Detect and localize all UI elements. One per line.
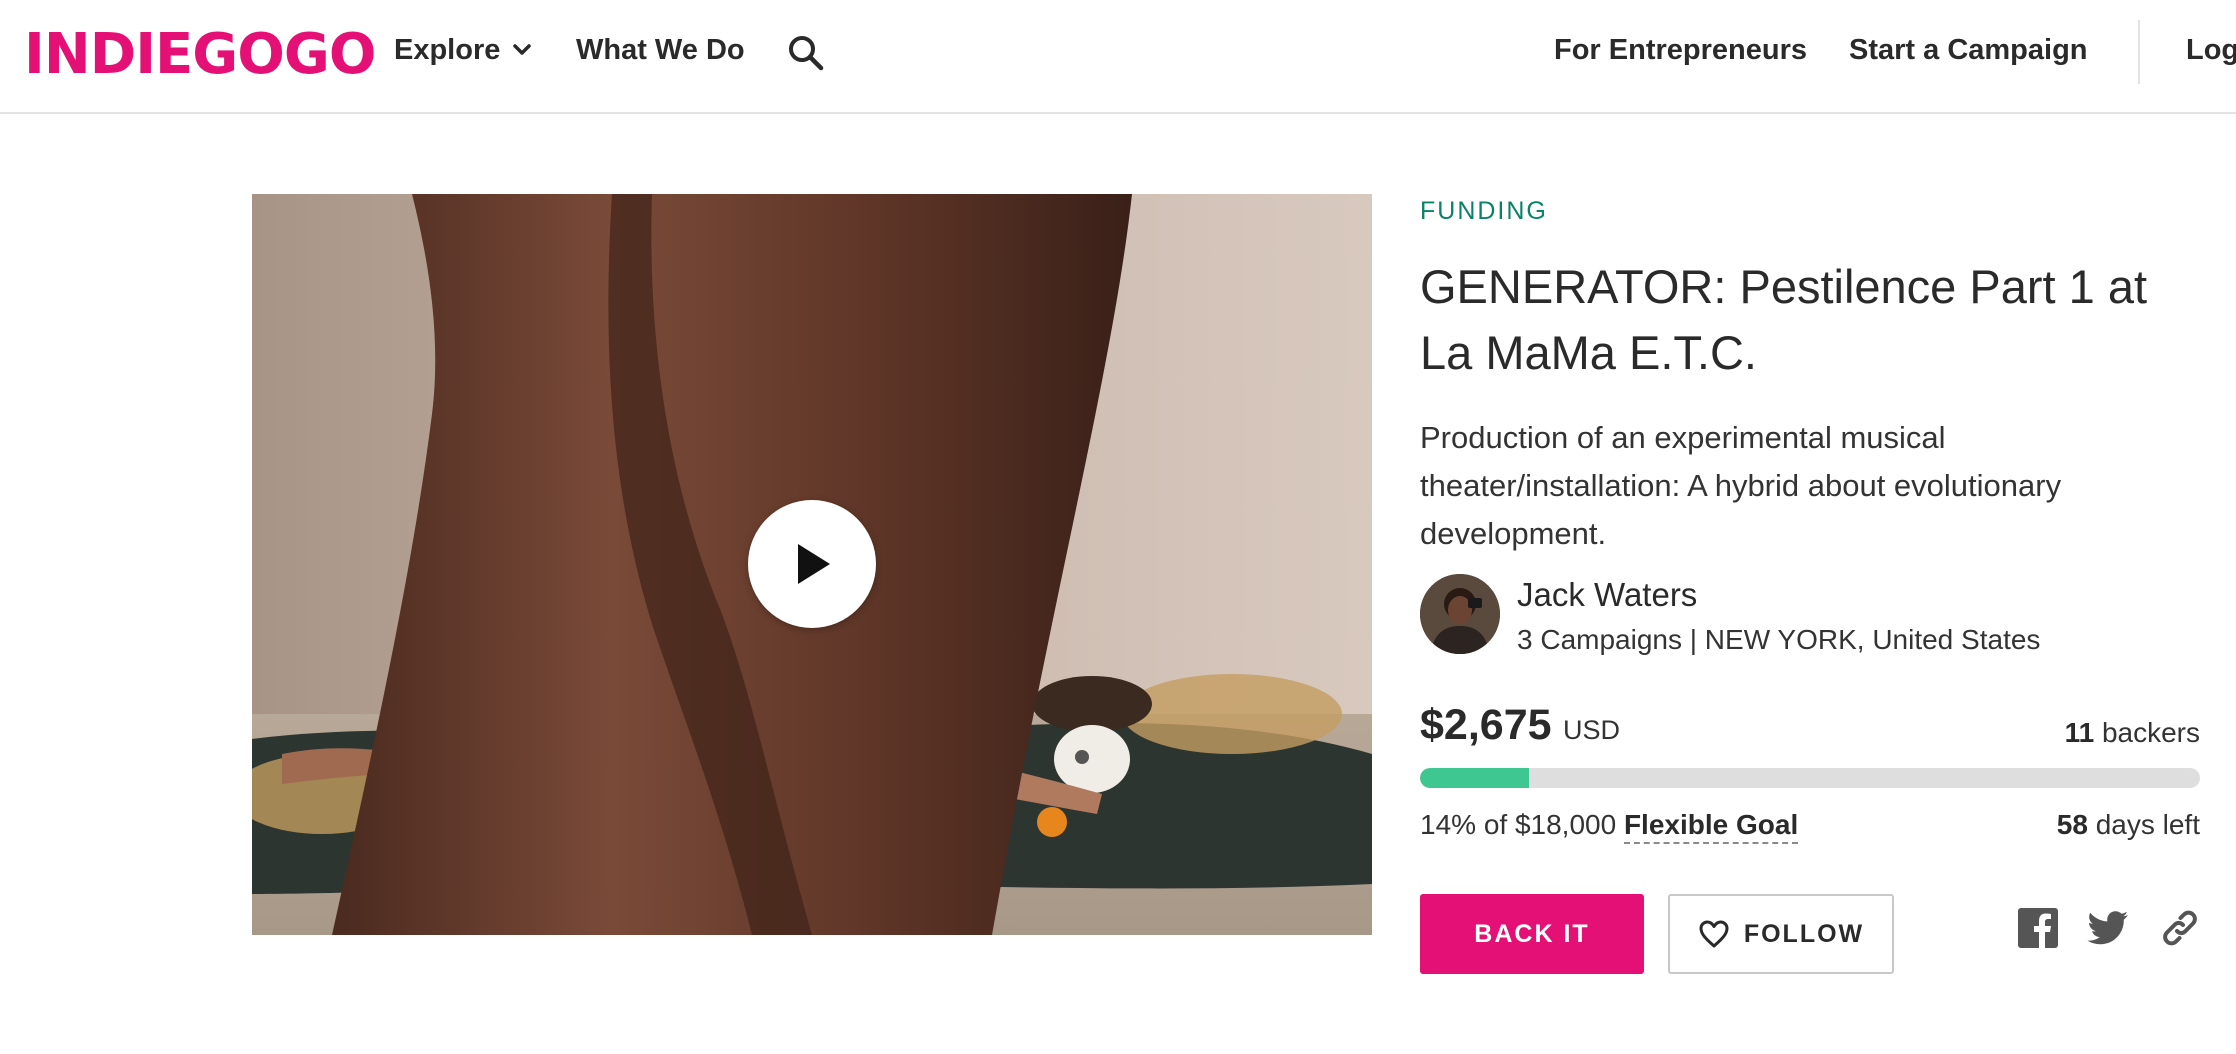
nav-divider xyxy=(2138,20,2140,84)
backers-count: 11 backers xyxy=(2065,716,2200,750)
funding-progress-fill xyxy=(1420,768,1530,788)
days-number: 58 xyxy=(2056,809,2088,840)
facebook-icon[interactable] xyxy=(2016,906,2060,950)
campaign-title: GENERATOR: Pestilence Part 1 at La MaMa … xyxy=(1420,260,2148,379)
owner-meta: 3 Campaigns | NEW YORK, United States xyxy=(1517,624,2041,655)
campaign-tagline: Production of an experimental musical th… xyxy=(1420,420,2062,551)
goal-text-wrap: 14% of $18,000 Flexible Goal xyxy=(1420,806,1799,844)
raised-currency: USD xyxy=(1563,715,1621,745)
nav-what-we-do[interactable]: What We Do xyxy=(576,30,745,70)
days-label: days left xyxy=(2095,809,2200,840)
search-icon[interactable] xyxy=(786,33,826,73)
nav-login[interactable]: Log xyxy=(2186,30,2236,70)
flexible-goal-link[interactable]: Flexible Goal xyxy=(1623,809,1799,844)
play-icon xyxy=(798,544,830,584)
owner-name[interactable]: Jack Waters xyxy=(1517,574,1697,616)
raised-amount: $2,675 xyxy=(1420,701,1552,749)
follow-label: FOLLOW xyxy=(1743,919,1865,948)
funding-summary: $2,675 USD 11 backers xyxy=(1420,700,2200,750)
funding-progress-bar xyxy=(1420,768,2200,788)
site-header: INDIEGOGO Explore What We Do For Entrepr… xyxy=(0,0,2236,114)
twitter-icon[interactable] xyxy=(2086,906,2130,950)
play-button[interactable] xyxy=(748,500,876,628)
back-it-button[interactable]: BACK IT xyxy=(1420,894,1644,974)
chevron-down-icon xyxy=(513,44,532,55)
nav-explore[interactable]: Explore xyxy=(394,30,532,70)
nav-for-entrepreneurs[interactable]: For Entrepreneurs xyxy=(1554,30,1807,70)
backers-number: 11 xyxy=(2064,717,2095,748)
days-left: 58 days left xyxy=(2057,806,2200,844)
follow-button[interactable]: FOLLOW xyxy=(1668,894,1894,974)
nav-start-campaign[interactable]: Start a Campaign xyxy=(1849,30,2088,70)
campaign-owner: Jack Waters 3 Campaigns | NEW YORK, Unit… xyxy=(1420,574,2200,658)
backers-label: backers xyxy=(2101,717,2200,748)
campaign-video[interactable] xyxy=(252,194,1372,935)
campaign-info: FUNDING GENERATOR: Pestilence Part 1 at … xyxy=(1420,194,2200,974)
owner-avatar-image xyxy=(1420,574,1500,654)
goal-row: 14% of $18,000 Flexible Goal 58 days lef… xyxy=(1420,806,2200,846)
heart-icon xyxy=(1699,920,1729,948)
link-icon[interactable] xyxy=(2158,906,2202,950)
indiegogo-logo[interactable]: INDIEGOGO xyxy=(24,20,376,90)
nav-explore-label: Explore xyxy=(394,34,501,66)
campaign-status-label: FUNDING xyxy=(1420,197,1548,225)
goal-percent-text: 14% of $18,000 xyxy=(1420,809,1617,840)
owner-avatar[interactable] xyxy=(1420,574,1500,654)
